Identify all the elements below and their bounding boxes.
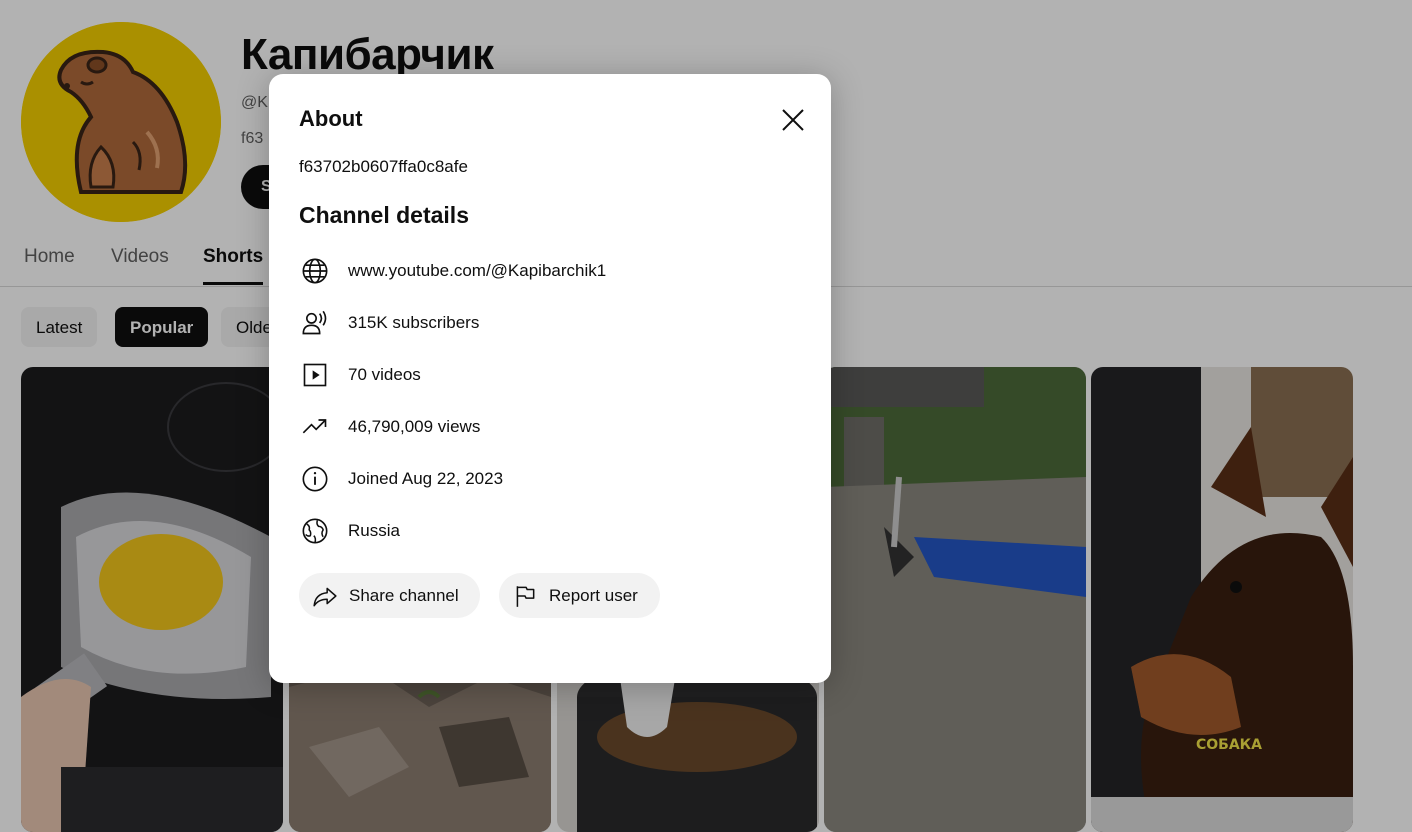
subscriber-count: 315K subscribers (348, 313, 480, 332)
detail-views: 46,790,009 views (299, 411, 799, 443)
channel-url[interactable]: www.youtube.com/@Kapibarchik1 (348, 261, 606, 281)
detail-videos: 70 videos (299, 359, 799, 391)
trending-icon (302, 419, 327, 434)
share-channel-label: Share channel (349, 586, 459, 605)
detail-subscribers: 315K subscribers (299, 307, 799, 339)
channel-description-full: f63702b0607ffa0c8afe (299, 157, 468, 176)
info-icon (302, 466, 328, 492)
close-button[interactable] (775, 102, 811, 138)
joined-date: Joined Aug 22, 2023 (348, 469, 504, 488)
dialog-title: About (299, 106, 363, 131)
share-icon (313, 587, 337, 607)
flag-icon (516, 586, 535, 607)
subscribers-icon (302, 310, 327, 335)
report-user-label: Report user (549, 586, 638, 605)
view-count: 46,790,009 views (348, 417, 481, 436)
detail-url[interactable]: www.youtube.com/@Kapibarchik1 (299, 255, 799, 287)
globe-icon (302, 258, 328, 284)
globe-region-icon (302, 518, 328, 544)
detail-country: Russia (299, 515, 799, 547)
about-dialog: About f63702b0607ffa0c8afe Channel detai… (269, 74, 831, 683)
country: Russia (348, 521, 400, 540)
close-icon (782, 109, 804, 131)
video-count: 70 videos (348, 365, 421, 384)
channel-details-heading: Channel details (299, 202, 469, 228)
detail-joined: Joined Aug 22, 2023 (299, 463, 799, 495)
report-user-button[interactable]: Report user (499, 573, 660, 618)
video-icon (303, 363, 327, 387)
share-channel-button[interactable]: Share channel (299, 573, 480, 618)
